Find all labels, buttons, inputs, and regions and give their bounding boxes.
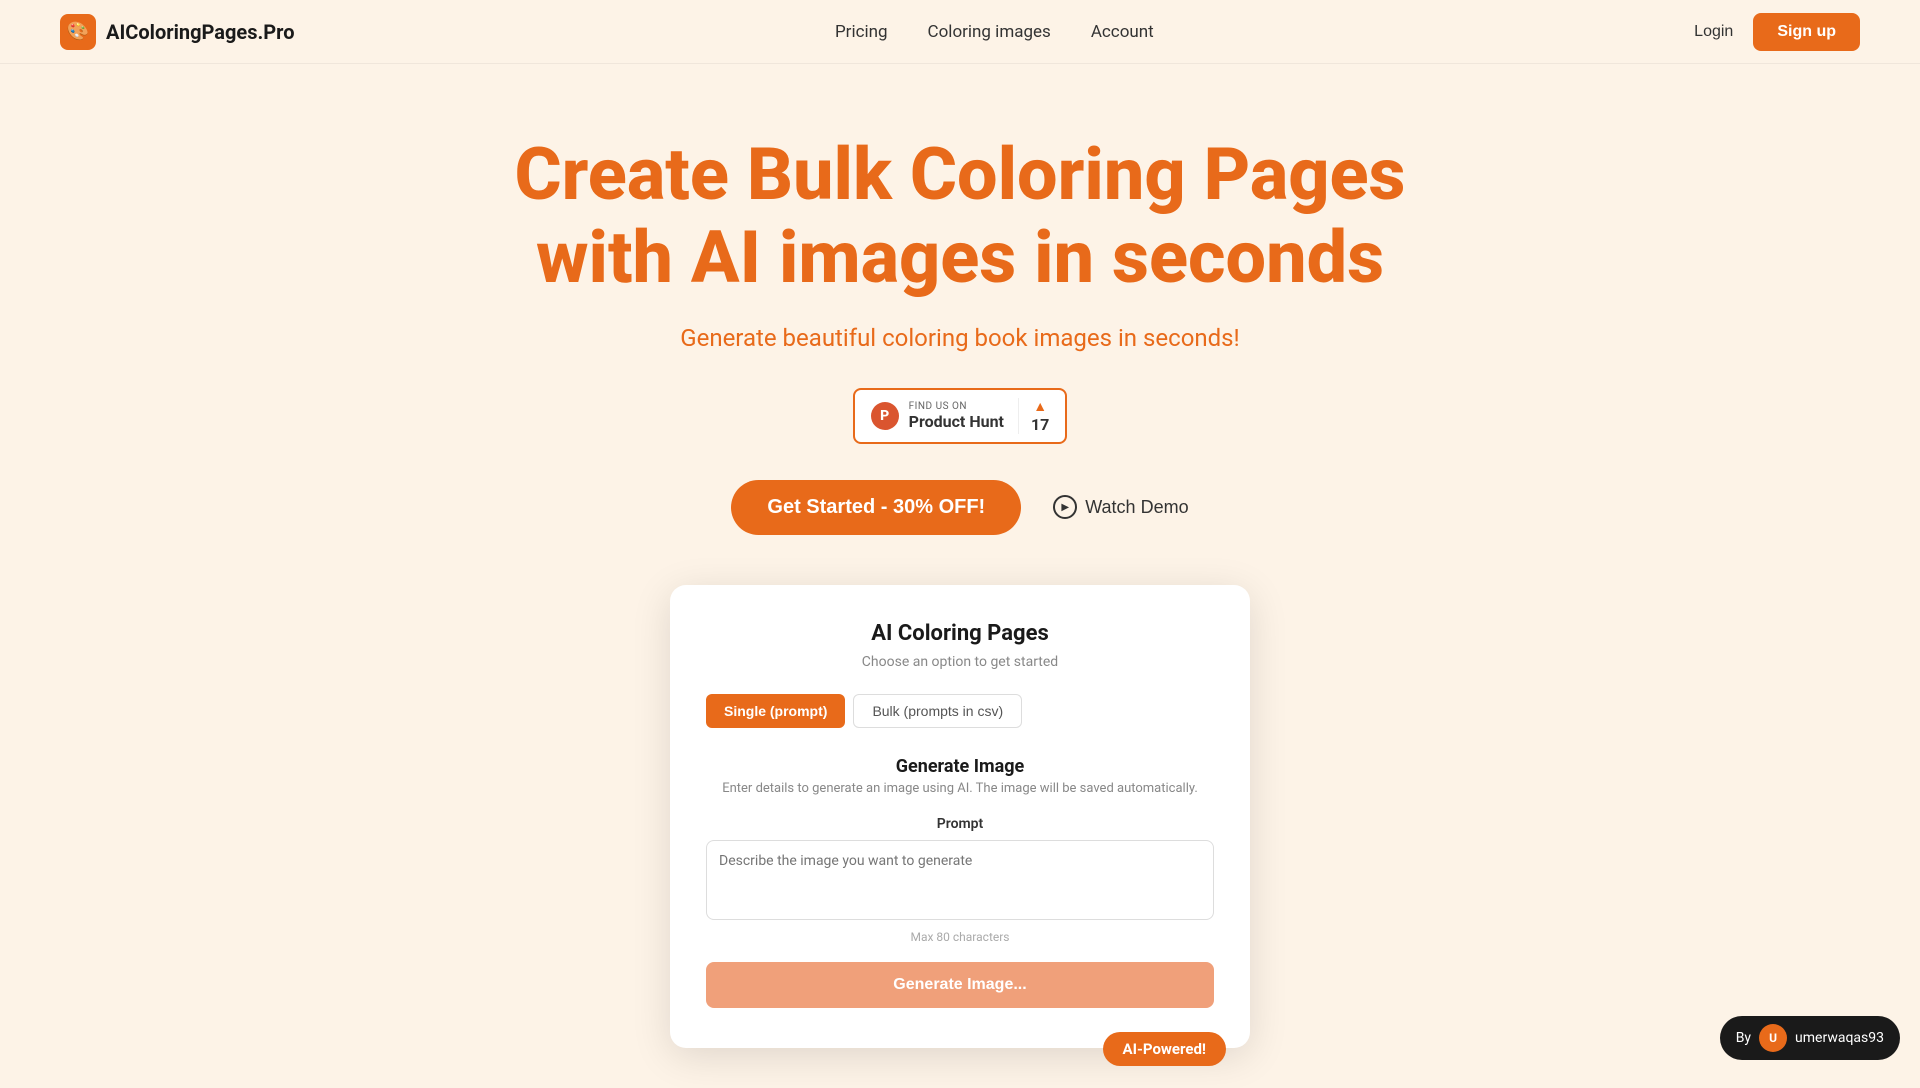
product-hunt-count: ▲ 17 <box>1018 398 1049 434</box>
hero-section: Create Bulk Coloring Pages with AI image… <box>0 64 1920 1088</box>
demo-card-title: AI Coloring Pages <box>706 621 1214 646</box>
username-label: umerwaqas93 <box>1795 1030 1884 1046</box>
hero-title: Create Bulk Coloring Pages with AI image… <box>510 134 1410 300</box>
prompt-label: Prompt <box>706 816 1214 832</box>
product-hunt-text: FIND US ON Product Hunt <box>909 401 1004 431</box>
tab-row: Single (prompt) Bulk (prompts in csv) <box>706 694 1214 728</box>
tab-single[interactable]: Single (prompt) <box>706 694 845 728</box>
get-started-button[interactable]: Get Started - 30% OFF! <box>731 480 1021 535</box>
demo-card-subtitle: Choose an option to get started <box>706 654 1214 670</box>
generate-title: Generate Image <box>706 756 1214 777</box>
play-icon: ▶ <box>1053 495 1077 519</box>
login-button[interactable]: Login <box>1694 23 1733 41</box>
hero-subtitle: Generate beautiful coloring book images … <box>680 324 1240 352</box>
by-user-badge: By U umerwaqas93 <box>1720 1016 1900 1060</box>
watch-demo-label: Watch Demo <box>1085 497 1188 518</box>
nav-account[interactable]: Account <box>1091 22 1154 42</box>
watch-demo-button[interactable]: ▶ Watch Demo <box>1053 495 1188 519</box>
prompt-hint: Max 80 characters <box>706 930 1214 944</box>
product-hunt-badge[interactable]: P FIND US ON Product Hunt ▲ 17 <box>853 388 1068 444</box>
nav-links: Pricing Coloring images Account <box>835 22 1154 42</box>
product-hunt-find-label: FIND US ON <box>909 401 967 412</box>
nav-auth: Login Sign up <box>1694 13 1860 51</box>
product-hunt-logo: P <box>871 402 899 430</box>
generate-desc: Enter details to generate an image using… <box>706 781 1214 796</box>
signup-button[interactable]: Sign up <box>1753 13 1860 51</box>
user-avatar: U <box>1759 1024 1787 1052</box>
nav-pricing[interactable]: Pricing <box>835 22 888 42</box>
tab-bulk[interactable]: Bulk (prompts in csv) <box>853 694 1022 728</box>
product-hunt-name: Product Hunt <box>909 412 1004 431</box>
cta-row: Get Started - 30% OFF! ▶ Watch Demo <box>731 480 1188 535</box>
nav-coloring-images[interactable]: Coloring images <box>928 22 1051 42</box>
demo-card: AI Coloring Pages Choose an option to ge… <box>670 585 1250 1048</box>
ai-powered-badge: AI-Powered! <box>1103 1032 1227 1066</box>
product-hunt-number: 17 <box>1031 415 1049 434</box>
product-hunt-arrow: ▲ <box>1033 398 1047 415</box>
logo-icon: 🎨 <box>60 14 96 50</box>
generate-button[interactable]: Generate Image... <box>706 962 1214 1008</box>
by-label: By <box>1736 1030 1751 1046</box>
navbar: 🎨 AIColoringPages.Pro Pricing Coloring i… <box>0 0 1920 64</box>
logo-text[interactable]: AIColoringPages.Pro <box>106 20 295 44</box>
logo-area: 🎨 AIColoringPages.Pro <box>60 14 295 50</box>
prompt-textarea[interactable] <box>706 840 1214 920</box>
